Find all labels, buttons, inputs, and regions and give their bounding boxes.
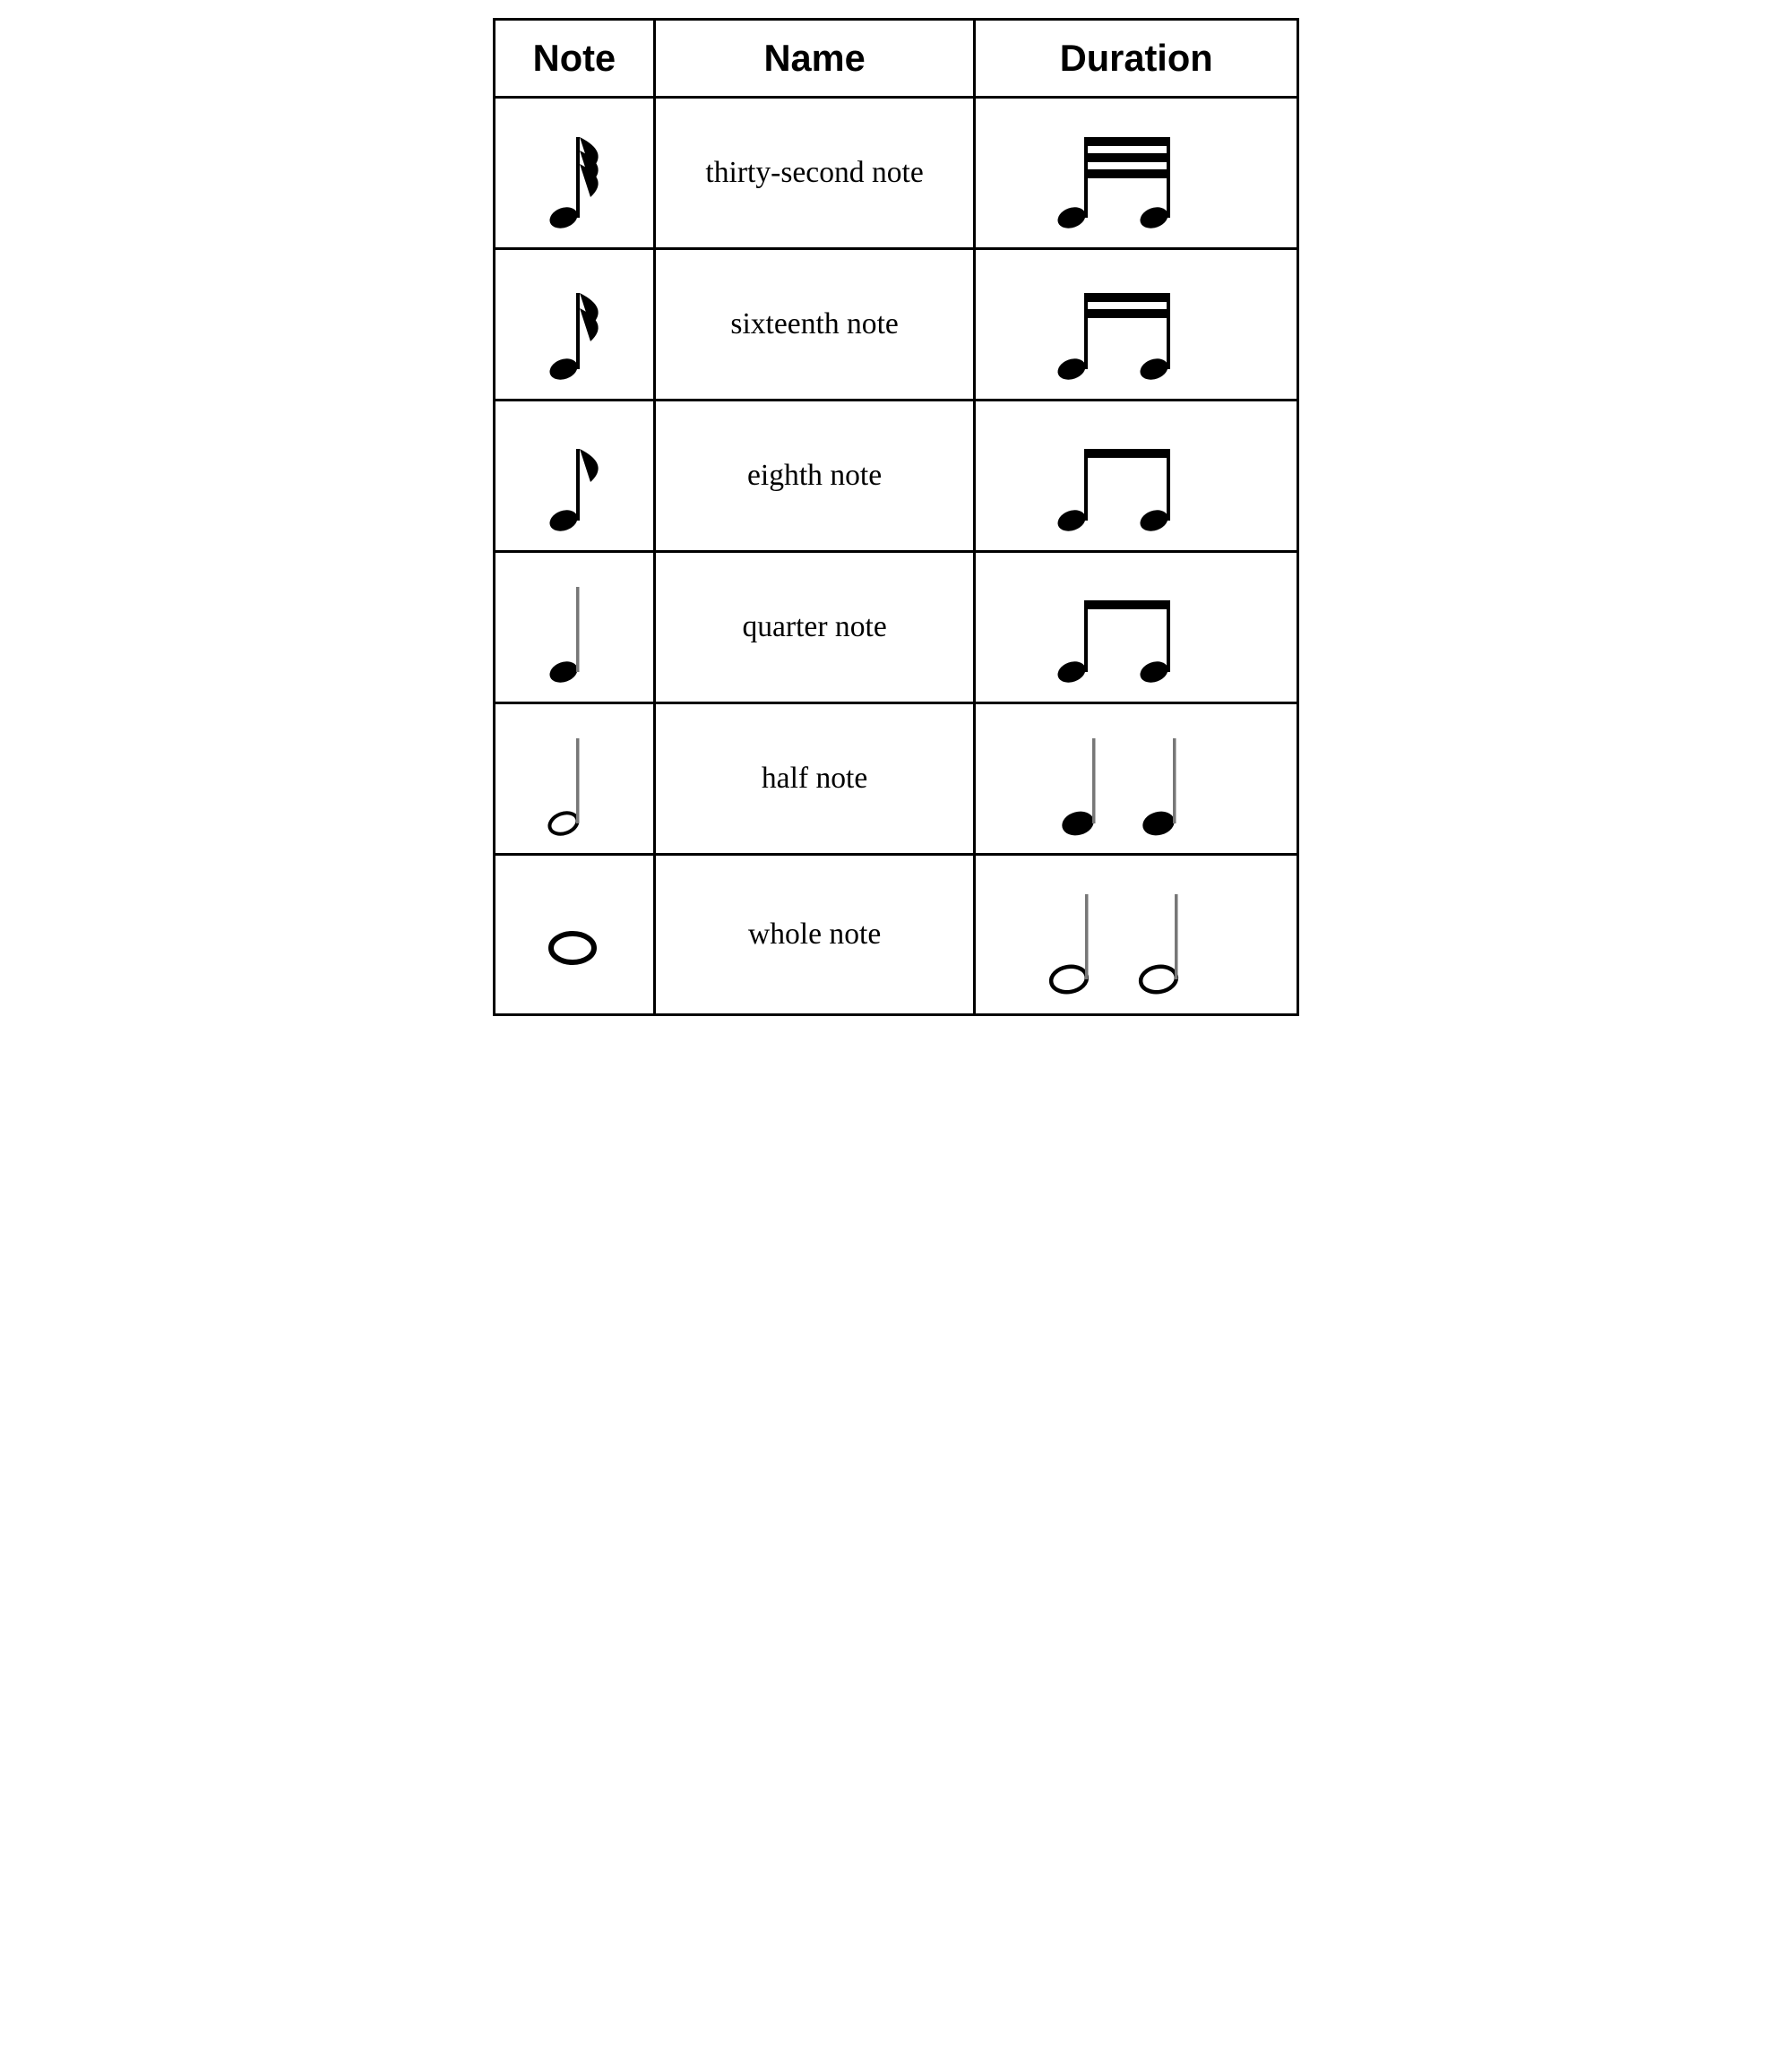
table-header-row: Note Name Duration <box>495 21 1297 99</box>
name-cell-eighth: eighth note <box>656 401 977 550</box>
note-cell-sixteenth <box>495 250 656 399</box>
note-cell-quarter <box>495 553 656 702</box>
duration-cell-half <box>976 704 1297 853</box>
duration-cell-whole <box>976 856 1297 1013</box>
note-cell-thirty-second <box>495 99 656 247</box>
note-name-quarter: quarter note <box>742 607 886 647</box>
table-row: sixteenth note <box>495 250 1297 401</box>
table-row: half note <box>495 704 1297 856</box>
name-cell-half: half note <box>656 704 977 853</box>
name-cell-whole: whole note <box>656 856 977 1013</box>
table-row: thirty-second note <box>495 99 1297 250</box>
table-row: eighth note <box>495 401 1297 553</box>
music-notes-table: Note Name Duration <box>493 18 1299 1016</box>
header-duration: Duration <box>976 21 1297 96</box>
note-name-eighth: eighth note <box>747 456 882 495</box>
duration-cell-thirty-second <box>976 99 1297 247</box>
note-name-half: half note <box>762 759 867 798</box>
table-row: whole note <box>495 856 1297 1013</box>
note-cell-whole <box>495 856 656 1013</box>
table-row: quarter note <box>495 553 1297 704</box>
note-name-sixteenth: sixteenth note <box>730 305 898 344</box>
duration-cell-eighth <box>976 401 1297 550</box>
note-cell-half <box>495 704 656 853</box>
header-note: Note <box>495 21 656 96</box>
header-name: Name <box>656 21 977 96</box>
name-cell-quarter: quarter note <box>656 553 977 702</box>
name-cell-thirty-second: thirty-second note <box>656 99 977 247</box>
note-name-thirty-second: thirty-second note <box>705 153 923 193</box>
duration-cell-sixteenth <box>976 250 1297 399</box>
name-cell-sixteenth: sixteenth note <box>656 250 977 399</box>
note-name-whole: whole note <box>748 915 881 954</box>
duration-cell-quarter <box>976 553 1297 702</box>
note-cell-eighth <box>495 401 656 550</box>
